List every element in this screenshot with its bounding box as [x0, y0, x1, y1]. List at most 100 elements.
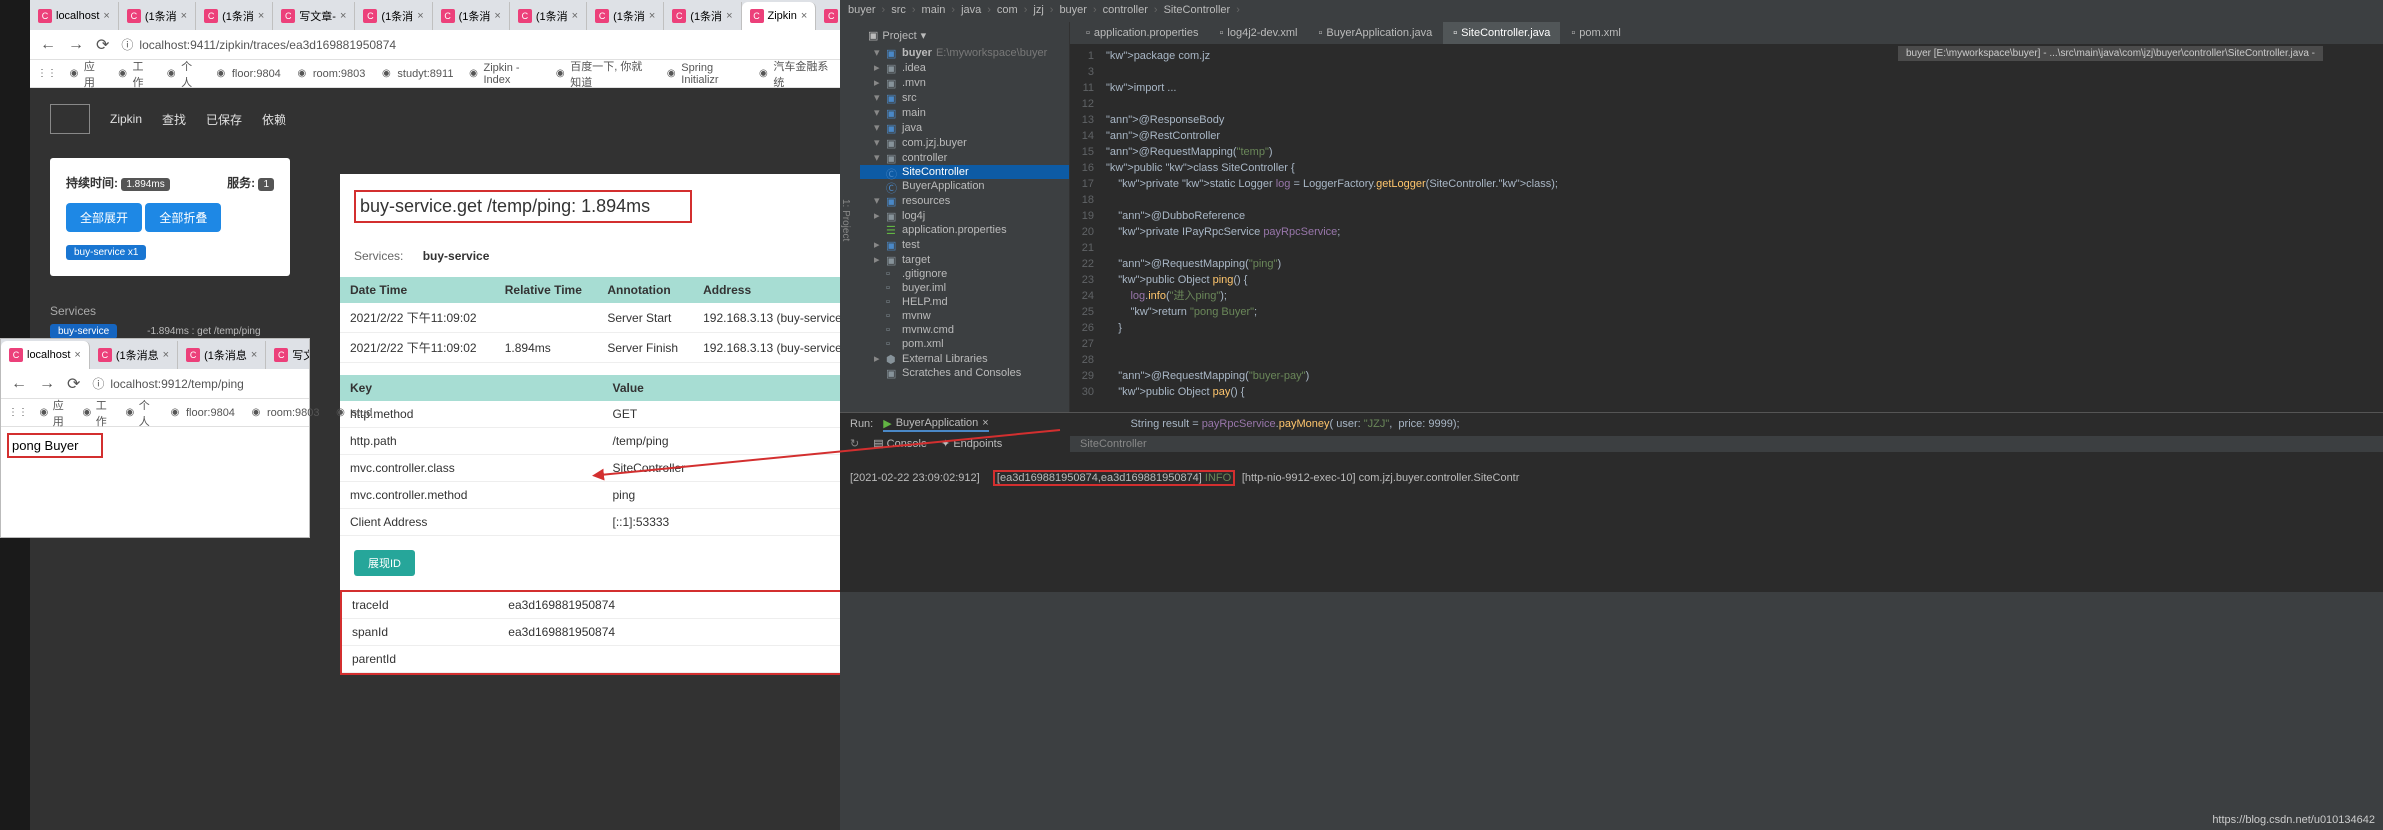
tree-node[interactable]: ▾▣ controller [860, 150, 1069, 165]
address-bar[interactable]: ⓘ localhost:9411/zipkin/traces/ea3d16988… [121, 36, 830, 53]
close-icon[interactable]: × [726, 10, 732, 22]
nav-deps[interactable]: 依赖 [262, 111, 286, 128]
bookmark-item[interactable]: ◉汽车金融系统 [757, 58, 830, 90]
tree-node[interactable]: ▾▣ resources [860, 193, 1069, 208]
tree-node[interactable]: ▾▣ main [860, 105, 1069, 120]
nav-saved[interactable]: 已保存 [206, 111, 242, 128]
close-icon[interactable]: × [340, 10, 346, 22]
breadcrumb-part[interactable]: SiteController [1164, 4, 1231, 18]
browser-tab[interactable]: C(1条消× [196, 2, 273, 30]
bookmark-item[interactable]: ◉应用 [39, 397, 68, 429]
breadcrumb-part[interactable]: java [961, 4, 981, 18]
close-icon[interactable]: × [103, 10, 109, 22]
bookmark-item[interactable]: ◉floor:9804 [168, 406, 235, 420]
breadcrumb-part[interactable]: buyer [1059, 4, 1087, 18]
console-tab[interactable]: ▤ Console [873, 437, 927, 450]
bookmark-item[interactable]: ◉工作 [82, 397, 111, 429]
bookmark-item[interactable]: ◉个人 [125, 397, 154, 429]
close-icon[interactable]: × [181, 10, 187, 22]
restart-icon[interactable]: ↻ [850, 437, 859, 450]
run-config-tab[interactable]: ▶ BuyerApplication × [883, 417, 988, 432]
tree-node[interactable]: ▾▣ src [860, 90, 1069, 105]
close-icon[interactable]: × [74, 349, 80, 361]
browser-tab[interactable]: C写文章-× [266, 341, 309, 369]
bookmark-item[interactable]: ◉room:9803 [249, 406, 320, 420]
browser-tab[interactable]: C(1条消× [119, 2, 196, 30]
forward-icon[interactable]: → [68, 36, 84, 54]
close-icon[interactable]: × [163, 349, 169, 361]
nav-find[interactable]: 查找 [162, 111, 186, 128]
bookmark-item[interactable]: ◉room:9803 [295, 67, 366, 81]
breadcrumb-part[interactable]: src [891, 4, 906, 18]
source-code[interactable]: "kw">package com.jz "kw">import ... "ann… [1100, 44, 1564, 436]
browser-tab[interactable]: C买家 英× [816, 2, 840, 30]
apps-icon[interactable]: ⋮⋮ [40, 67, 54, 81]
console-output[interactable]: [2021-02-22 23:09:02:912] [ea3d169881950… [840, 452, 2383, 503]
endpoints-tab[interactable]: ✦ Endpoints [941, 437, 1002, 450]
scratches[interactable]: ▣ Scratches and Consoles [860, 366, 1069, 380]
editor-tab[interactable]: ▫application.properties [1076, 22, 1208, 44]
bookmark-item[interactable]: ◉Zipkin - Index [467, 62, 540, 86]
browser-tab[interactable]: C(1条消× [664, 2, 741, 30]
code-editor[interactable]: 1311121314151617181920212223242526272829… [1070, 44, 2383, 436]
close-icon[interactable]: × [258, 10, 264, 22]
reload-icon[interactable]: ⟳ [96, 35, 109, 55]
buy-service-pill[interactable]: buy-service [50, 324, 117, 339]
tree-node[interactable]: ☰ application.properties [860, 223, 1069, 237]
close-icon[interactable]: × [801, 10, 807, 22]
forward-icon[interactable]: → [39, 375, 55, 393]
tree-node[interactable]: ▫ buyer.iml [860, 281, 1069, 295]
tree-node[interactable]: ▫ mvnw.cmd [860, 323, 1069, 337]
reload-icon[interactable]: ⟳ [67, 374, 80, 394]
browser-tab[interactable]: C(1条消息× [90, 341, 178, 369]
back-icon[interactable]: ← [11, 375, 27, 393]
trace-span[interactable]: -1.894ms : get /temp/ping [147, 326, 260, 337]
breadcrumb-part[interactable]: jzj [1033, 4, 1043, 18]
tree-node[interactable]: ▫ pom.xml [860, 337, 1069, 351]
browser-tab[interactable]: C(1条消× [587, 2, 664, 30]
breadcrumb-part[interactable]: controller [1103, 4, 1148, 18]
close-icon[interactable]: × [417, 10, 423, 22]
bookmark-item[interactable]: ◉应用 [68, 58, 103, 90]
tree-node[interactable]: ▸▣ test [860, 237, 1069, 252]
collapse-all-button[interactable]: 全部折叠 [145, 203, 221, 232]
tree-node[interactable]: Ⓒ BuyerApplication [860, 179, 1069, 193]
tree-node[interactable]: ▸▣ target [860, 252, 1069, 267]
bookmark-item[interactable]: ◉个人 [165, 58, 200, 90]
ide-left-gutter[interactable]: 1: Project [840, 22, 860, 412]
tree-root[interactable]: ▾▣ buyer E:\myworkspace\buyer [860, 45, 1069, 60]
tree-node[interactable]: ▸▣ .idea [860, 60, 1069, 75]
editor-tab[interactable]: ▫SiteController.java [1443, 22, 1560, 44]
back-icon[interactable]: ← [40, 36, 56, 54]
close-icon[interactable]: × [494, 10, 500, 22]
browser-tab[interactable]: C写文章-× [273, 2, 355, 30]
close-icon[interactable]: × [572, 10, 578, 22]
browser-tab[interactable]: C(1条消× [510, 2, 587, 30]
tree-node[interactable]: ▫ mvnw [860, 309, 1069, 323]
nav-zipkin[interactable]: Zipkin [110, 112, 142, 126]
breadcrumb-part[interactable]: com [997, 4, 1018, 18]
tree-node[interactable]: ▾▣ com.jzj.buyer [860, 135, 1069, 150]
close-icon[interactable]: × [649, 10, 655, 22]
address-bar[interactable]: ⓘ localhost:9912/temp/ping [92, 375, 299, 392]
browser-tab[interactable]: C(1条消× [433, 2, 510, 30]
tree-node[interactable]: ▾▣ java [860, 120, 1069, 135]
tree-node[interactable]: ▸▣ .mvn [860, 75, 1069, 90]
bookmark-item[interactable]: ◉stud [334, 406, 373, 420]
browser-tab[interactable]: Clocalhost× [30, 2, 119, 30]
tree-node[interactable]: ▫ .gitignore [860, 267, 1069, 281]
editor-tab[interactable]: ▫BuyerApplication.java [1309, 22, 1443, 44]
tree-node[interactable]: Ⓒ SiteController [860, 165, 1069, 179]
project-tree[interactable]: ▾▣ buyer E:\myworkspace\buyer▸▣ .idea▸▣ … [860, 45, 1069, 380]
browser-tab[interactable]: CZipkin× [742, 2, 817, 30]
close-icon[interactable]: × [251, 349, 257, 361]
apps-icon[interactable]: ⋮⋮ [11, 406, 25, 420]
show-id-button[interactable]: 展现ID [354, 550, 415, 576]
bookmark-item[interactable]: ◉Spring Initializr [665, 62, 743, 86]
editor-tab[interactable]: ▫pom.xml [1561, 22, 1630, 44]
bookmark-item[interactable]: ◉工作 [117, 58, 152, 90]
browser-tab[interactable]: C(1条消× [355, 2, 432, 30]
breadcrumb-part[interactable]: main [922, 4, 946, 18]
browser-tab[interactable]: Clocalhost× [1, 341, 90, 369]
bookmark-item[interactable]: ◉studyt:8911 [379, 67, 453, 81]
